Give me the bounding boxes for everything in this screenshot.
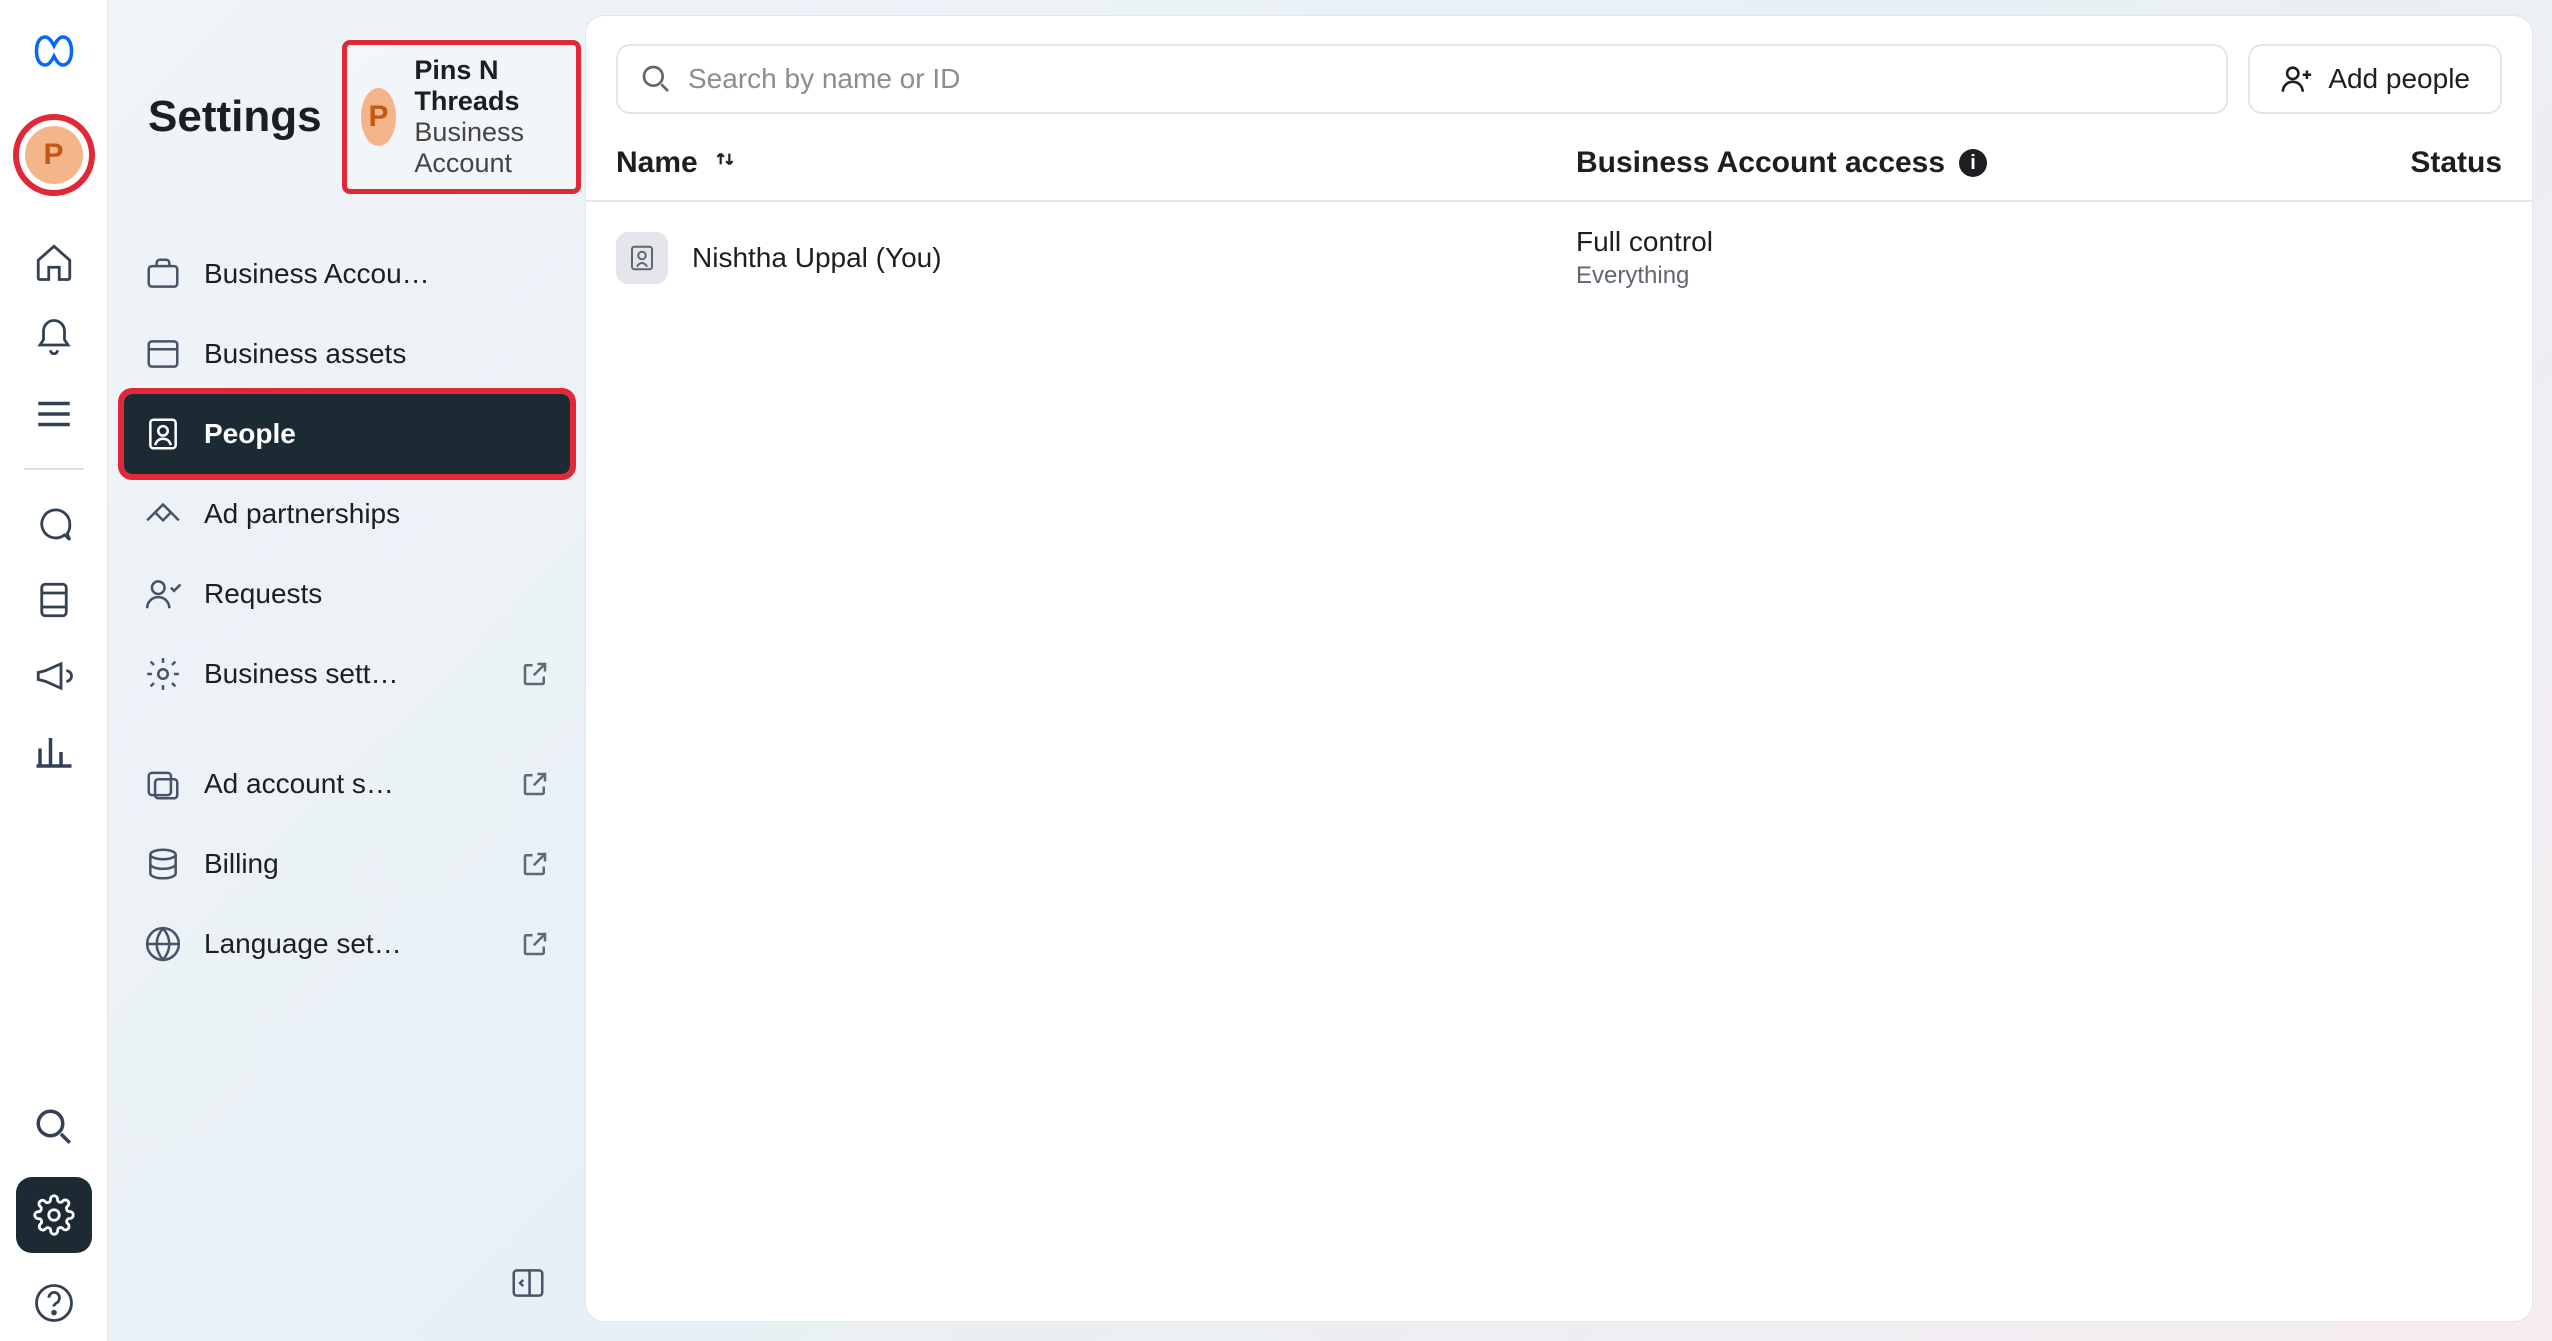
- table-header: Name Business Account access i Status: [586, 126, 2532, 202]
- access-detail: Everything: [1576, 262, 1713, 290]
- account-type: Business Account: [414, 117, 546, 179]
- left-rail: P: [0, 0, 108, 1341]
- table-row[interactable]: Nishtha Uppal (You) Full control Everyth…: [586, 202, 2532, 314]
- sidebar-label: People: [204, 418, 550, 450]
- account-avatar-button[interactable]: P: [13, 114, 95, 196]
- chat-icon[interactable]: [30, 500, 78, 548]
- add-people-label: Add people: [2328, 63, 2470, 95]
- person-name: Nishtha Uppal (You): [692, 242, 942, 274]
- sidebar-item-requests[interactable]: Requests: [124, 554, 570, 634]
- sidebar-item-billing[interactable]: Billing: [124, 824, 570, 904]
- sidebar-label: Language set…: [204, 928, 498, 960]
- account-name: Pins N Threads: [414, 55, 546, 117]
- column-access: Business Account access: [1576, 146, 1945, 180]
- sidebar-label: Business assets: [204, 338, 550, 370]
- add-person-icon: [2280, 62, 2314, 96]
- sort-icon[interactable]: [712, 146, 738, 180]
- search-icon[interactable]: [30, 1103, 78, 1151]
- account-avatar-initial: P: [25, 126, 83, 184]
- sidebar-label: Ad account s…: [204, 768, 498, 800]
- column-name[interactable]: Name: [616, 146, 698, 180]
- bell-icon[interactable]: [30, 314, 78, 362]
- sidebar-item-ad-partnerships[interactable]: Ad partnerships: [124, 474, 570, 554]
- sidebar-label: Business sett…: [204, 658, 498, 690]
- sidebar-item-language-settings[interactable]: Language set…: [124, 904, 570, 984]
- sidebar-item-business-account[interactable]: Business Accou…: [124, 234, 570, 314]
- external-link-icon: [520, 659, 550, 689]
- sidebar-label: Ad partnerships: [204, 498, 550, 530]
- column-status: Status: [2410, 146, 2502, 179]
- search-input-wrapper[interactable]: [616, 44, 2228, 114]
- menu-icon[interactable]: [30, 390, 78, 438]
- access-level: Full control: [1576, 226, 1713, 258]
- external-link-icon: [520, 769, 550, 799]
- sidebar-item-business-settings[interactable]: Business sett…: [124, 634, 570, 714]
- page-title: Settings: [148, 92, 322, 142]
- info-icon[interactable]: i: [1959, 149, 1987, 177]
- add-people-button[interactable]: Add people: [2248, 44, 2502, 114]
- search-input[interactable]: [688, 63, 2204, 95]
- home-icon[interactable]: [30, 238, 78, 286]
- external-link-icon: [520, 929, 550, 959]
- chart-icon[interactable]: [30, 728, 78, 776]
- sidebar-item-people[interactable]: People: [124, 394, 570, 474]
- person-avatar-icon: [616, 232, 668, 284]
- search-icon: [640, 63, 672, 95]
- rail-divider: [24, 468, 84, 470]
- megaphone-icon[interactable]: [30, 652, 78, 700]
- account-selector[interactable]: P Pins N Threads Business Account: [342, 40, 582, 194]
- external-link-icon: [520, 849, 550, 879]
- main-panel: Add people Name Business Account access …: [586, 16, 2532, 1321]
- sidebar-label: Billing: [204, 848, 498, 880]
- sidebar-label: Requests: [204, 578, 550, 610]
- sidebar-label: Business Accou…: [204, 258, 550, 290]
- help-icon[interactable]: [30, 1279, 78, 1327]
- sidebar-item-business-assets[interactable]: Business assets: [124, 314, 570, 394]
- pages-icon[interactable]: [30, 576, 78, 624]
- account-avatar-initial: P: [361, 88, 397, 146]
- meta-logo: [21, 18, 87, 84]
- collapse-sidebar-button[interactable]: [506, 1261, 550, 1305]
- sidebar-item-ad-account-settings[interactable]: Ad account s…: [124, 744, 570, 824]
- settings-sidebar: Settings P Pins N Threads Business Accou…: [108, 0, 586, 1341]
- settings-icon[interactable]: [16, 1177, 92, 1253]
